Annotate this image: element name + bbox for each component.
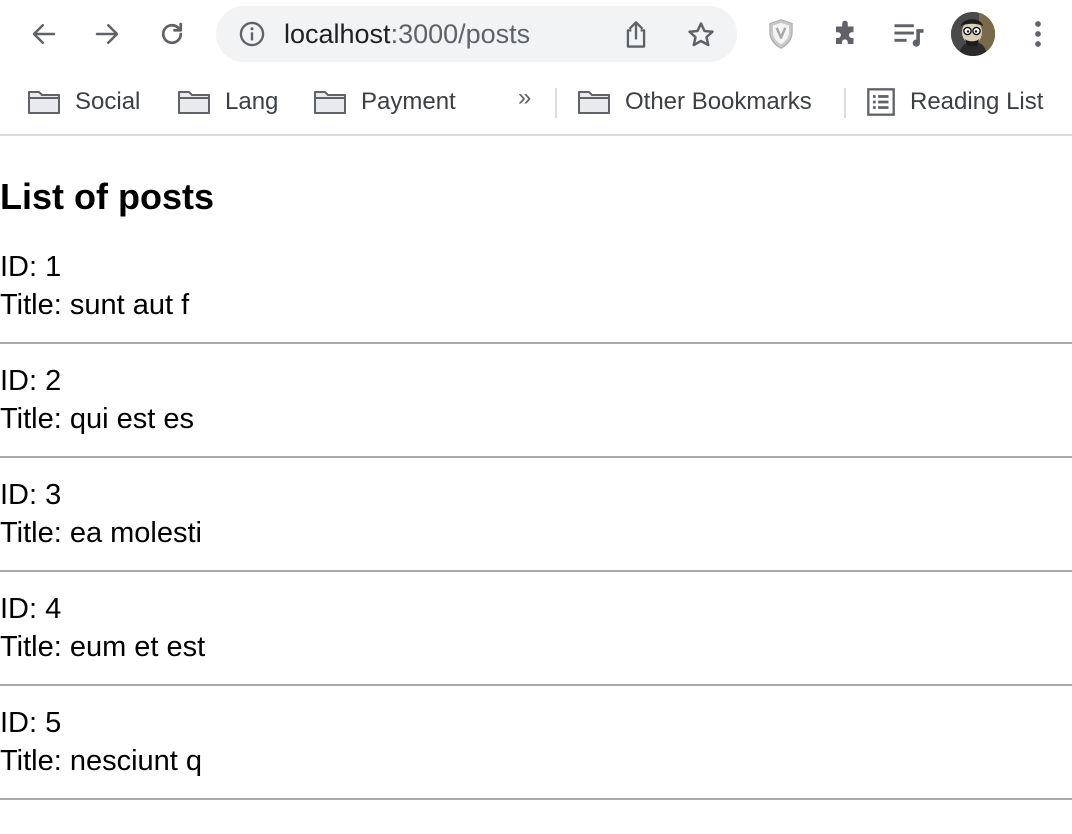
post-item: ID: 1 Title: sunt aut f [0,248,1072,324]
address-bar[interactable]: localhost:3000/posts [216,6,737,62]
page-content: List of posts ID: 1 Title: sunt aut f ID… [0,136,1072,800]
bookmark-folder-other[interactable]: Other Bookmarks [577,86,812,118]
forward-icon [95,24,119,44]
bookmarks-separator [844,88,846,118]
browser-toolbar: localhost:3000/posts [0,0,1072,68]
shield-extension-icon [769,19,793,49]
star-icon[interactable] [686,20,716,50]
browser-menu-button[interactable] [1016,12,1060,56]
post-title: Title: nesciunt q [0,745,203,777]
reading-list-icon [867,88,895,116]
reading-list-button[interactable]: Reading List [866,86,1043,118]
folder-icon [578,91,610,114]
post-title: Title: sunt aut f [0,289,190,321]
url-text[interactable]: localhost:3000/posts [284,20,530,48]
post-id: ID: 5 [0,707,62,739]
shield-extension-button[interactable] [759,12,803,56]
bookmarks-separator [555,88,557,118]
forward-button[interactable] [85,12,129,56]
page-title: List of posts [0,176,214,217]
post-title: Title: qui est es [0,403,194,435]
info-icon[interactable] [238,20,266,48]
bookmark-label: Social [75,88,141,115]
post-item: ID: 5 Title: nesciunt q [0,704,1072,780]
post-id: ID: 4 [0,593,62,625]
back-button[interactable] [22,12,66,56]
bookmark-folder-lang[interactable]: Lang [177,86,278,118]
post-item: ID: 3 Title: ea molesti [0,476,1072,552]
puzzle-extension-icon [836,20,854,44]
media-queue-icon [894,24,924,47]
media-queue-button[interactable] [887,12,931,56]
url-path: :3000/posts [390,19,531,49]
bookmark-label: Lang [225,88,279,115]
folder-icon [28,91,60,114]
avatar[interactable] [951,12,995,56]
post-item: ID: 2 Title: qui est es [0,362,1072,438]
folder-icon [178,91,210,114]
reload-button[interactable] [150,12,194,56]
bookmark-label: Other Bookmarks [625,88,812,115]
post-divider [0,342,1072,344]
post-divider [0,798,1072,800]
post-title: Title: eum et est [0,631,206,663]
posts-list: ID: 1 Title: sunt aut f ID: 2 Title: qui… [0,248,1072,800]
share-icon[interactable] [622,20,650,50]
reading-list-label: Reading List [910,88,1044,115]
post-item: ID: 4 Title: eum et est [0,590,1072,666]
bookmark-label: Payment [361,88,456,115]
back-icon [32,24,56,44]
post-divider [0,570,1072,572]
post-divider [0,684,1072,686]
bookmarks-overflow-button[interactable]: » [518,84,531,112]
post-title: Title: ea molesti [0,517,202,549]
url-host: localhost [284,19,391,49]
bookmark-folder-social[interactable]: Social [27,86,140,118]
bookmark-folder-payment[interactable]: Payment [313,86,456,118]
bookmarks-bar: Social Lang Payment » Other Bookmarks Re… [0,68,1072,136]
kebab-menu-icon [1035,21,1041,47]
folder-icon [314,91,346,114]
post-id: ID: 3 [0,479,62,511]
profile-picture-icon [951,12,995,56]
post-id: ID: 1 [0,251,62,283]
extensions-button[interactable] [824,12,868,56]
post-divider [0,456,1072,458]
reload-icon [161,22,183,45]
post-id: ID: 2 [0,365,62,397]
